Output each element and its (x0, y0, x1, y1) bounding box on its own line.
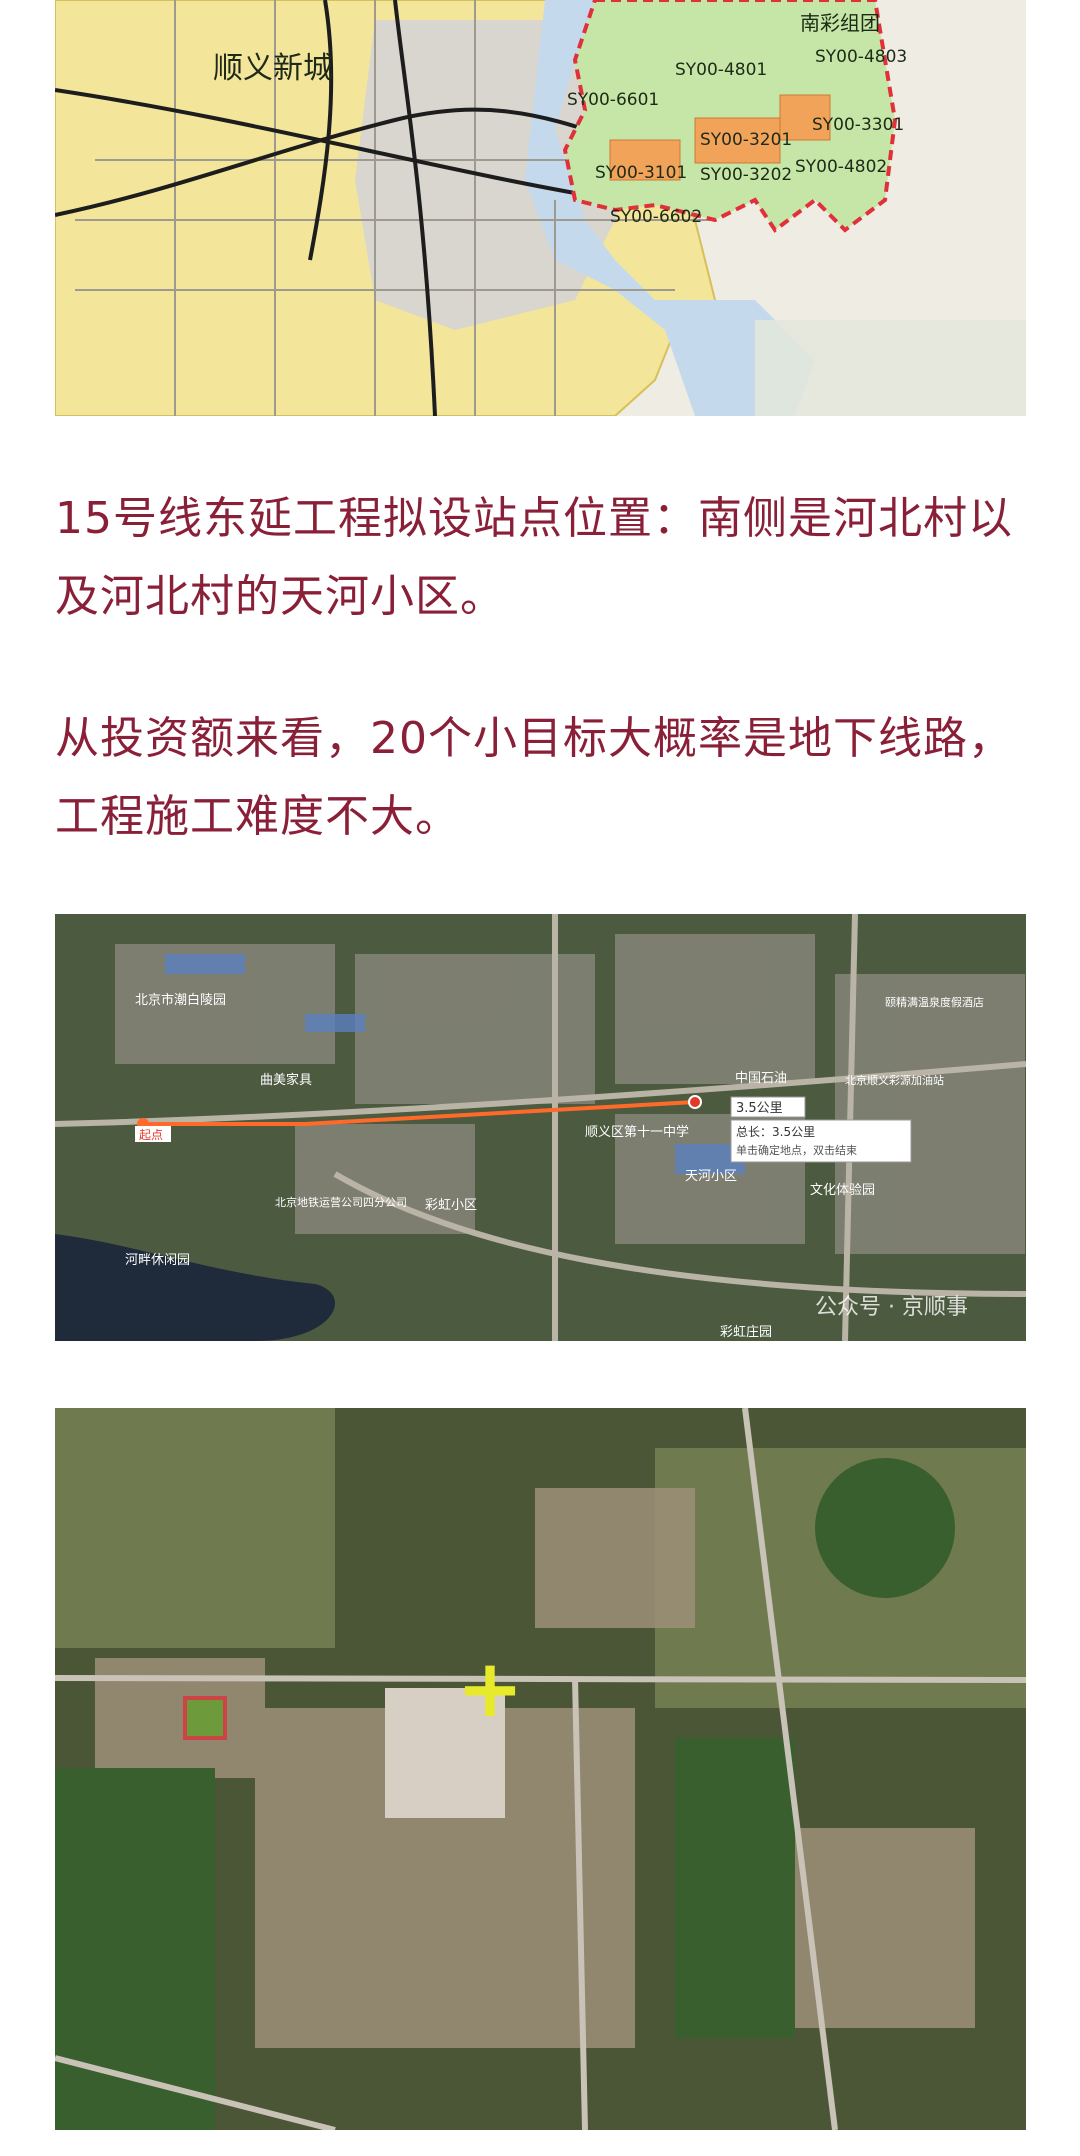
parcel-label: SY00-3301 (812, 115, 904, 135)
poi-label: 北京顺义彩源加油站 (845, 1073, 944, 1087)
poi-label: 彩虹庄园 (720, 1324, 772, 1340)
planning-map-image: 顺义新城 南彩组团 SY00-4801 SY00-4803 SY00-6601 … (55, 0, 1026, 416)
satellite-map-graphic: 北京市潮白陵园 曲美家具 中国石油 北京顺义彩源加油站 颐精满温泉度假酒店 顺义… (55, 914, 1026, 1341)
parcel-label: SY00-4801 (675, 60, 767, 80)
parcel-label: SY00-4803 (815, 47, 907, 67)
tooltip-total: 总长：3.5公里 (736, 1125, 815, 1139)
poi-label: 天河小区 (685, 1169, 737, 1184)
parcel-label: SY00-4802 (795, 157, 887, 177)
poi-label: 颐精满温泉度假酒店 (885, 995, 984, 1009)
poi-label: 顺义区第十一中学 (585, 1124, 689, 1140)
location-marker-icon: + (456, 1642, 523, 1735)
poi-label: 北京地铁运营公司四分公司 (275, 1195, 407, 1209)
poi-label: 北京市潮白陵园 (135, 992, 226, 1008)
aerial-photo: + (55, 1408, 1026, 2130)
poi-label: 中国石油 (735, 1071, 787, 1086)
parcel-label: SY00-6602 (610, 207, 702, 227)
route-tooltip: 总长：3.5公里 单击确定地点，双击结束 (730, 1119, 912, 1163)
parcel-label: SY00-3202 (700, 165, 792, 185)
poi-label: 彩虹小区 (425, 1198, 477, 1213)
aerial-photo-graphic: + (55, 1408, 1026, 2130)
route-start-label: 起点 (139, 1128, 163, 1142)
group-label: 南彩组团 (800, 11, 880, 35)
parcel-label: SY00-6601 (567, 90, 659, 110)
parcel-label: SY00-3101 (595, 163, 687, 183)
poi-label: 河畔休闲园 (125, 1253, 190, 1268)
planning-map-graphic: 顺义新城 南彩组团 SY00-4801 SY00-4803 SY00-6601 … (55, 0, 1026, 416)
watermark-label: 公众号 · 京顺事 (815, 1295, 968, 1320)
paragraph-investment: 从投资额来看，20个小目标大概率是地下线路，工程施工难度不大。 (55, 713, 1013, 842)
parcel-label: SY00-3201 (700, 130, 792, 150)
tooltip-hint: 单击确定地点，双击结束 (736, 1143, 857, 1157)
route-distance-label: 3.5公里 (736, 1101, 783, 1116)
satellite-route-map: 北京市潮白陵园 曲美家具 中国石油 北京顺义彩源加油站 颐精满温泉度假酒店 顺义… (55, 914, 1026, 1341)
district-label: 顺义新城 (213, 51, 333, 86)
paragraph-station-location: 15号线东延工程拟设站点位置：南侧是河北村以及河北村的天河小区。 (55, 493, 1013, 622)
poi-label: 曲美家具 (260, 1072, 312, 1088)
poi-label: 文化体验园 (810, 1182, 875, 1198)
